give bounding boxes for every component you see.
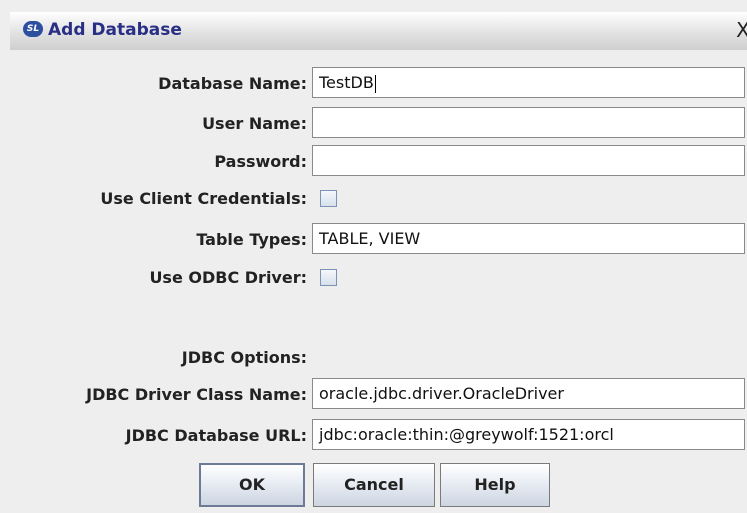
cancel-button[interactable]: Cancel <box>313 463 435 507</box>
password-input[interactable] <box>312 145 745 176</box>
use-client-credentials-label: Use Client Credentials: <box>100 189 307 208</box>
database-name-input[interactable]: TestDB <box>312 67 745 98</box>
password-label: Password: <box>214 152 307 171</box>
jdbc-driver-class-name-input[interactable]: oracle.jdbc.driver.OracleDriver <box>312 378 745 409</box>
add-database-dialog: SL Add Database X Database Name: TestDB … <box>0 0 747 513</box>
use-odbc-driver-checkbox[interactable] <box>320 269 337 286</box>
user-name-input[interactable] <box>312 107 745 138</box>
table-types-label: Table Types: <box>196 230 307 249</box>
jdbc-options-heading: JDBC Options: <box>181 348 307 367</box>
window-title: Add Database <box>48 20 182 40</box>
ok-button[interactable]: OK <box>199 463 305 507</box>
table-types-input[interactable]: TABLE, VIEW <box>312 223 745 254</box>
database-name-value: TestDB <box>319 73 374 92</box>
title-bar[interactable]: SL Add Database X <box>10 12 747 50</box>
jdbc-driver-class-name-label: JDBC Driver Class Name: <box>86 385 307 404</box>
jdbc-database-url-input[interactable]: jdbc:oracle:thin:@greywolf:1521:orcl <box>312 419 745 450</box>
text-caret <box>374 74 376 93</box>
use-odbc-driver-label: Use ODBC Driver: <box>149 268 307 287</box>
use-client-credentials-checkbox[interactable] <box>320 190 337 207</box>
app-logo-icon: SL <box>23 21 43 37</box>
help-button[interactable]: Help <box>440 463 550 507</box>
user-name-label: User Name: <box>202 114 307 133</box>
database-name-label: Database Name: <box>158 74 307 93</box>
close-icon[interactable]: X <box>733 18 747 42</box>
jdbc-database-url-label: JDBC Database URL: <box>125 426 307 445</box>
